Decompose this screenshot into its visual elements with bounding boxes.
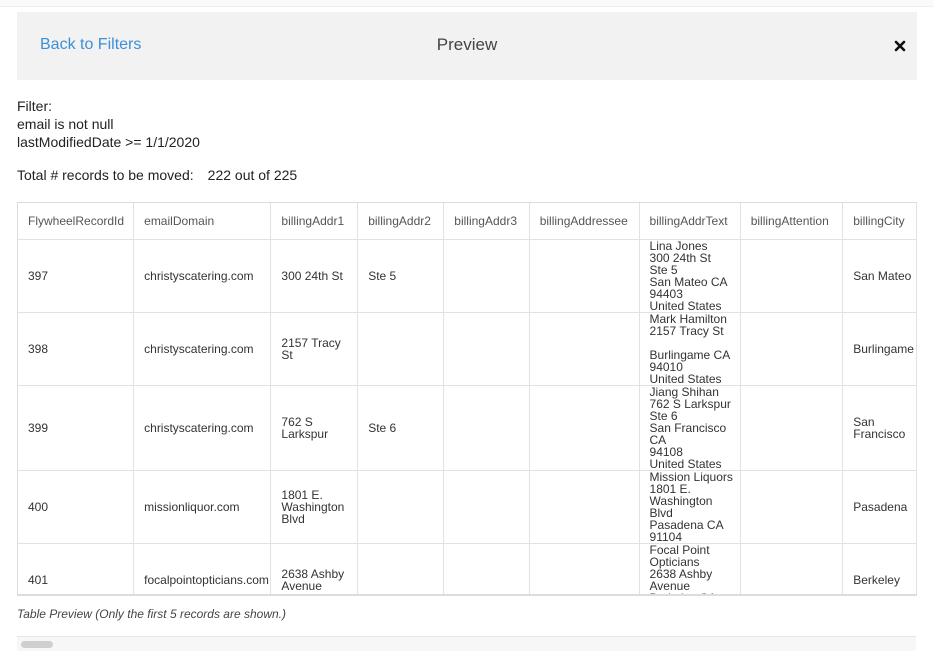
dialog-header: Back to Filters Preview xyxy=(17,12,917,80)
records-total: Total # records to be moved: 222 out of 2… xyxy=(17,167,297,183)
records-total-label: Total # records to be moved: xyxy=(17,167,194,183)
table-cell xyxy=(529,385,640,471)
table-cell: San Francisco xyxy=(842,385,917,471)
table-cell: 399 xyxy=(18,385,135,471)
table-cell: Focal Point Opticians 2638 Ashby Avenue … xyxy=(639,543,741,594)
table-cell xyxy=(529,470,640,544)
table-cell xyxy=(357,312,445,386)
table-cell: christyscatering.com xyxy=(133,239,272,313)
table-cell xyxy=(740,543,844,594)
table-cell xyxy=(443,385,530,471)
filter-summary: Filter: email is not null lastModifiedDa… xyxy=(17,97,200,151)
table-cell xyxy=(443,312,530,386)
column-header[interactable]: billingAddr3 xyxy=(443,203,530,240)
preview-table: FlywheelRecordId emailDomain billingAddr… xyxy=(18,203,917,594)
table-cell: Pasadena xyxy=(842,470,917,544)
table-cell xyxy=(443,470,530,544)
column-header[interactable]: billingAddrText xyxy=(639,203,741,240)
filter-condition: lastModifiedDate >= 1/1/2020 xyxy=(17,134,200,150)
table-caption: Table Preview (Only the first 5 records … xyxy=(17,607,286,621)
table-cell: 397 xyxy=(18,239,135,313)
close-icon[interactable] xyxy=(893,39,907,53)
column-header[interactable]: billingAttention xyxy=(740,203,844,240)
table-cell xyxy=(443,239,530,313)
table-row: 397 christyscatering.com 300 24th St Ste… xyxy=(18,239,917,313)
table-cell xyxy=(443,543,530,594)
table-row: 401 focalpointopticians.com 2638 Ashby A… xyxy=(18,543,917,594)
table-cell: 2157 Tracy St xyxy=(270,312,359,386)
table-cell: 762 S Larkspur xyxy=(270,385,359,471)
table-cell: San Mateo xyxy=(842,239,917,313)
table-cell: 300 24th St xyxy=(270,239,359,313)
filter-condition: email is not null xyxy=(17,116,114,132)
table-cell: Jiang Shihan 762 S Larkspur Ste 6 San Fr… xyxy=(639,385,741,471)
table-row: 398 christyscatering.com 2157 Tracy St M… xyxy=(18,312,917,386)
table-cell: missionliquor.com xyxy=(133,470,272,544)
table-row: 399 christyscatering.com 762 S Larkspur … xyxy=(18,385,917,471)
table-cell: 400 xyxy=(18,470,135,544)
horizontal-scrollbar[interactable] xyxy=(17,636,916,651)
scrollbar-thumb[interactable] xyxy=(21,641,53,648)
table-cell xyxy=(529,543,640,594)
table-cell xyxy=(529,312,640,386)
table-cell: Lina Jones 300 24th St Ste 5 San Mateo C… xyxy=(639,239,741,313)
table-cell: Ste 5 xyxy=(357,239,445,313)
table-cell xyxy=(740,470,844,544)
table-cell: christyscatering.com xyxy=(133,312,272,386)
table-header-row: FlywheelRecordId emailDomain billingAddr… xyxy=(18,203,917,240)
table-cell xyxy=(529,239,640,313)
table-cell: Berkeley xyxy=(842,543,917,594)
table-cell: 401 xyxy=(18,543,135,594)
table-cell xyxy=(740,385,844,471)
column-header[interactable]: billingAddr2 xyxy=(357,203,445,240)
table-row: 400 missionliquor.com 1801 E. Washington… xyxy=(18,470,917,544)
table-cell: Mark Hamilton 2157 Tracy St Burlingame C… xyxy=(639,312,741,386)
column-header[interactable]: billingAddressee xyxy=(529,203,640,240)
table-cell: christyscatering.com xyxy=(133,385,272,471)
table-cell: Ste 6 xyxy=(357,385,445,471)
filter-heading: Filter: xyxy=(17,98,52,114)
records-total-value: 222 out of 225 xyxy=(207,167,298,183)
column-header[interactable]: billingAddr1 xyxy=(270,203,359,240)
table-cell: Mission Liquors 1801 E. Washington Blvd … xyxy=(639,470,741,544)
table-cell xyxy=(357,470,445,544)
table-cell xyxy=(740,239,844,313)
table-cell xyxy=(357,543,445,594)
table-cell: 1801 E. Washington Blvd xyxy=(270,470,359,544)
column-header[interactable]: FlywheelRecordId xyxy=(18,203,135,240)
column-header[interactable]: emailDomain xyxy=(133,203,272,240)
table-cell xyxy=(740,312,844,386)
preview-dialog: Back to Filters Preview Filter: email is… xyxy=(0,0,933,667)
preview-table-container[interactable]: FlywheelRecordId emailDomain billingAddr… xyxy=(17,202,917,596)
table-cell: Burlingame xyxy=(842,312,917,386)
top-border xyxy=(0,0,933,7)
table-cell: 398 xyxy=(18,312,135,386)
table-cell: 2638 Ashby Avenue xyxy=(270,543,359,594)
table-cell: focalpointopticians.com xyxy=(133,543,272,594)
dialog-title: Preview xyxy=(436,35,498,54)
column-header[interactable]: billingCity xyxy=(842,203,917,240)
